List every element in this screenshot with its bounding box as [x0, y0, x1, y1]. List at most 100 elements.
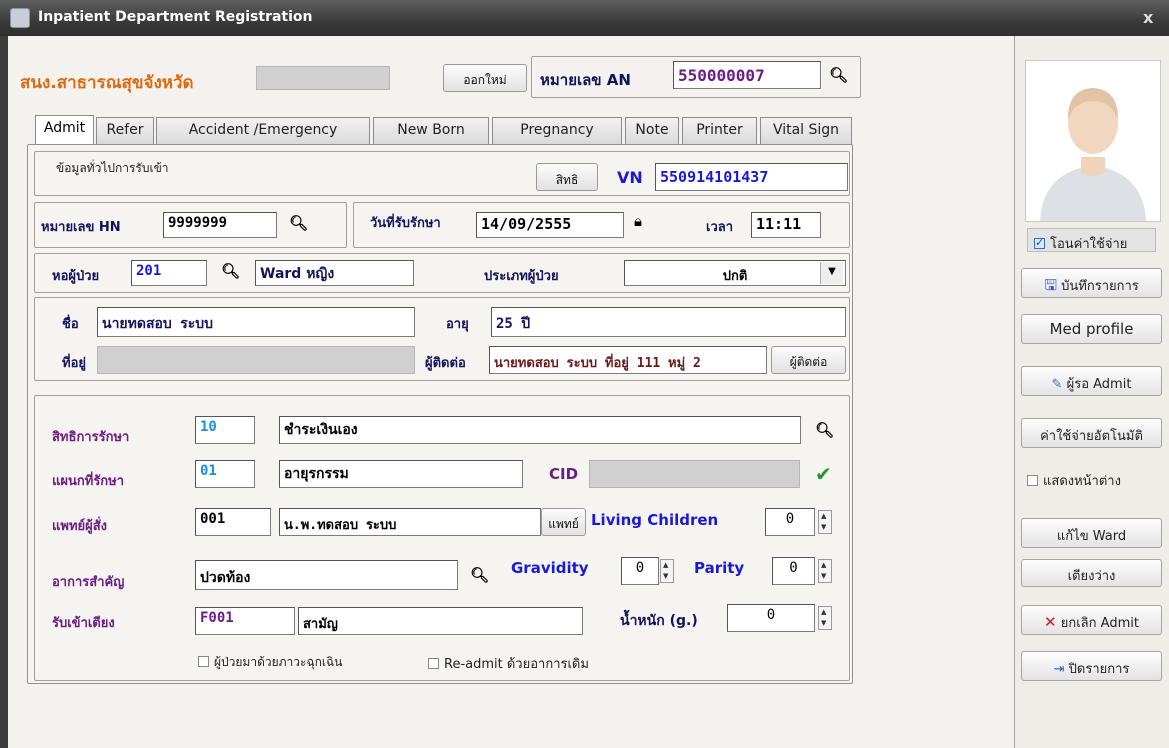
contact-button[interactable]: ผู้ติดต่อ — [771, 346, 846, 374]
vn-label: VN — [617, 168, 643, 187]
hn-search-icon[interactable]: 🔍︎ — [289, 214, 308, 232]
contact-label: ผู้ติดต่อ — [425, 356, 466, 371]
rights-button[interactable]: สิทธิ — [536, 163, 598, 191]
lock-icon[interactable]: 🔒︎ — [634, 212, 642, 230]
free-bed-button[interactable]: เตียงว่าง — [1021, 559, 1162, 587]
app-icon — [10, 8, 30, 28]
save-icon: 🖫︎ — [1044, 276, 1057, 294]
readmit-checkbox-box[interactable] — [428, 658, 439, 669]
med-profile-label: Med profile — [1049, 320, 1134, 338]
parity-stepper[interactable] — [818, 559, 832, 583]
show-window-checkbox-box[interactable] — [1027, 475, 1038, 486]
name-label: ชื่อ — [62, 317, 79, 332]
patient-type-value: ปกติ — [722, 269, 748, 284]
save-button[interactable]: 🖫︎ บันทึกรายการ — [1021, 268, 1162, 298]
name-input[interactable]: นายทดสอบ ระบบ — [97, 307, 415, 337]
ward-name-input[interactable]: Ward หญิง — [255, 260, 414, 286]
tab-note[interactable]: Note — [625, 117, 679, 144]
doctor-code-input[interactable]: 001 — [195, 508, 271, 536]
gravidity-stepper[interactable] — [660, 559, 674, 583]
age-label: อายุ — [446, 317, 469, 332]
right-code-input[interactable]: 10 — [195, 416, 255, 444]
close-list-label: ปิดรายการ — [1068, 662, 1130, 677]
transfer-cost-label: โอนค่าใช้จ่าย — [1050, 237, 1128, 252]
cancel-icon: ✕ — [1044, 613, 1057, 631]
an-label: หมายเลข AN — [540, 71, 631, 89]
tab-new-born[interactable]: New Born — [373, 117, 489, 144]
patient-photo — [1025, 60, 1161, 222]
waiting-admit-button[interactable]: ✎ ผู้รอ Admit — [1021, 366, 1162, 396]
age-input[interactable]: 25 ปี — [491, 307, 846, 337]
symptom-input[interactable]: ปวดท้อง — [195, 560, 458, 590]
chevron-down-icon[interactable]: ▼ — [820, 262, 843, 284]
cid-label: CID — [549, 465, 579, 483]
note-icon: ✎ — [1051, 377, 1063, 392]
address-masked — [97, 346, 415, 374]
window-left-border — [0, 36, 8, 748]
bed-label: รับเข้าเตียง — [52, 616, 115, 631]
parity-input[interactable]: 0 — [772, 557, 815, 585]
cancel-admit-label: ยกเลิก Admit — [1060, 616, 1139, 631]
living-children-label: Living Children — [591, 511, 719, 529]
auto-cost-label: ค่าใช้จ่ายอัตโนมัติ — [1040, 429, 1143, 444]
auto-cost-button[interactable]: ค่าใช้จ่ายอัตโนมัติ — [1021, 418, 1162, 448]
tab-pregnancy[interactable]: Pregnancy — [492, 117, 622, 144]
vn-input[interactable]: 550914101437 — [655, 163, 848, 191]
emergency-checkbox[interactable]: ผู้ป่วยมาด้วยภาวะฉุกเฉิน — [198, 653, 342, 672]
symptom-search-icon[interactable]: 🔍︎ — [470, 566, 489, 584]
readmit-checkbox[interactable]: Re-admit ด้วยอาการเดิม — [428, 653, 589, 674]
ward-code-input[interactable]: 201 — [131, 260, 207, 286]
patient-type-label: ประเภทผู้ป่วย — [484, 269, 559, 284]
living-children-stepper[interactable] — [818, 510, 832, 534]
time-label: เวลา — [706, 220, 734, 235]
an-input[interactable]: 550000007 — [673, 61, 821, 89]
check-icon: ✔ — [815, 462, 832, 486]
contact-input[interactable]: นายทดสอบ ระบบ ที่อยู่ 111 หมู่ 2 — [489, 346, 767, 374]
doctor-button[interactable]: แพทย์ — [541, 508, 586, 536]
show-window-label: แสดงหน้าต่าง — [1043, 474, 1121, 489]
right-search-icon[interactable]: 🔍︎ — [815, 421, 834, 439]
living-children-input[interactable]: 0 — [765, 508, 815, 536]
gravidity-input[interactable]: 0 — [621, 557, 659, 585]
close-icon[interactable]: x — [1143, 8, 1153, 27]
emergency-checkbox-box[interactable] — [198, 656, 209, 667]
hospital-name-masked — [256, 66, 390, 90]
time-input[interactable]: 11:11 — [751, 212, 821, 238]
transfer-cost-checkbox[interactable]: โอนค่าใช้จ่าย — [1027, 228, 1156, 252]
avatar-icon — [1040, 88, 1146, 221]
edit-ward-button[interactable]: แก้ไข Ward — [1021, 518, 1162, 548]
symptom-label: อาการสำคัญ — [52, 575, 125, 590]
dept-name-input[interactable]: อายุรกรรม — [279, 460, 523, 488]
cid-masked — [589, 460, 800, 488]
hn-label: หมายเลข HN — [41, 220, 121, 235]
window-title: Inpatient Department Registration — [38, 9, 313, 25]
patient-type-select[interactable]: ปกติ — [624, 260, 846, 286]
right-name-input[interactable]: ชำระเงินเอง — [279, 416, 801, 444]
tab-admit[interactable]: Admit — [35, 115, 94, 145]
general-section-title: ข้อมูลทั่วไปการรับเข้า — [56, 161, 169, 175]
tab-printer[interactable]: Printer — [682, 117, 757, 144]
doctor-name-input[interactable]: น.พ.ทดสอบ ระบบ — [279, 508, 541, 536]
tab-accident-emergency[interactable]: Accident /Emergency — [156, 117, 370, 144]
admit-date-label: วันที่รับรักษา — [370, 216, 441, 231]
tab-refer[interactable]: Refer — [96, 117, 154, 144]
new-button[interactable]: ออกใหม่ — [443, 64, 527, 92]
admit-date-input[interactable]: 14/09/2555 — [476, 212, 624, 238]
bed-name-input[interactable]: สามัญ — [298, 607, 583, 635]
dept-code-input[interactable]: 01 — [195, 460, 255, 488]
show-window-checkbox[interactable]: แสดงหน้าต่าง — [1027, 470, 1121, 491]
exit-icon: ⇥ — [1053, 662, 1065, 677]
cancel-admit-button[interactable]: ✕ ยกเลิก Admit — [1021, 605, 1162, 635]
med-profile-button[interactable]: Med profile — [1021, 314, 1162, 344]
emergency-checkbox-label: ผู้ป่วยมาด้วยภาวะฉุกเฉิน — [214, 655, 343, 669]
weight-input[interactable]: 0 — [727, 604, 815, 632]
close-list-button[interactable]: ⇥ ปิดรายการ — [1021, 651, 1162, 681]
an-search-icon[interactable]: 🔍︎ — [829, 66, 848, 84]
hn-input[interactable]: 9999999 — [163, 212, 277, 238]
tab-vital-sign[interactable]: Vital Sign — [760, 117, 852, 144]
free-bed-label: เตียงว่าง — [1067, 569, 1116, 584]
weight-stepper[interactable] — [818, 606, 832, 630]
transfer-cost-checkbox-box[interactable] — [1034, 236, 1045, 249]
ward-search-icon[interactable]: 🔍︎ — [221, 262, 240, 280]
bed-code-input[interactable]: F001 — [195, 607, 295, 635]
